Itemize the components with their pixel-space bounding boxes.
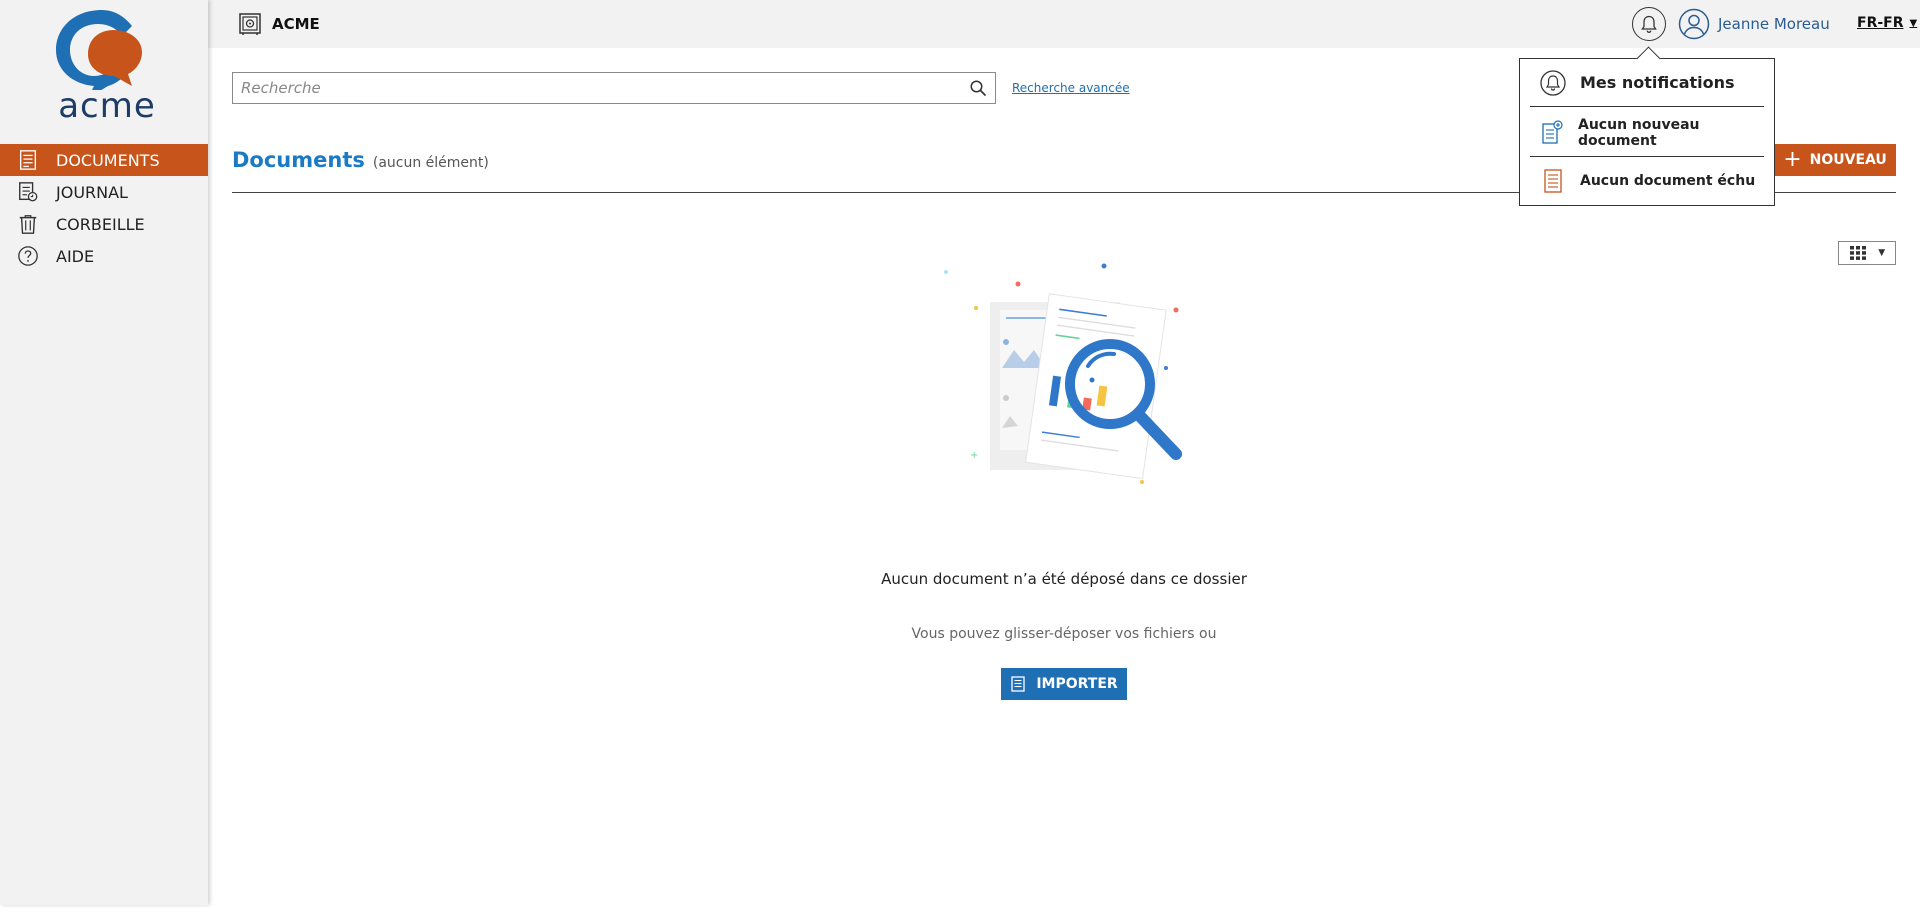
help-icon [16,244,40,268]
notifications-popover: Mes notifications Aucun nouveau document… [1519,58,1775,206]
sidebar-item-label: CORBEILLE [56,214,145,234]
notification-item-new-documents[interactable]: Aucun nouveau document [1530,109,1764,157]
document-icon [16,148,40,172]
notifications-header: Mes notifications [1530,59,1764,107]
item-count: (aucun élément) [372,155,489,171]
notifications-title: Mes notifications [1580,73,1735,92]
new-document-icon [1540,119,1564,146]
sidebar-item-trash[interactable]: CORBEILLE [0,208,208,240]
notification-label: Aucun nouveau document [1578,116,1700,149]
empty-state-message: Aucun document n’a été déposé dans ce do… [881,570,1247,588]
advanced-search-link[interactable]: Recherche avancée [1012,81,1130,95]
search-field[interactable] [232,72,996,104]
topbar: ACME Jeanne Moreau FR-FR ▼ [208,0,1920,48]
search-input[interactable] [233,73,995,103]
page-header: Documents (aucun élément) [232,148,489,172]
user-menu[interactable]: Jeanne Moreau [1678,8,1830,40]
safe-icon [239,13,261,35]
workspace-selector[interactable]: ACME [238,12,320,36]
notification-item-expired-documents[interactable]: Aucun document échu [1530,159,1764,203]
expired-document-icon [1540,168,1566,194]
trash-icon [16,212,40,236]
page-title: Documents [232,148,365,172]
journal-icon [16,180,40,204]
sidebar-item-label: AIDE [56,246,95,266]
sidebar: acme DOCUMENTS JOURNAL CORBEILLE AIDE [0,0,208,905]
new-button-label: NOUVEAU [1809,152,1887,168]
svg-text:+: + [970,450,978,461]
logo-wordmark: acme [58,86,156,126]
notification-label: Aucun document échu [1580,173,1756,189]
import-button-label: IMPORTER [1036,676,1118,692]
language-label: FR-FR [1857,15,1904,31]
drag-drop-hint: Vous pouvez glisser-déposer vos fichiers… [911,626,1217,642]
sidebar-item-help[interactable]: AIDE [0,240,208,272]
grid-view-icon [1849,246,1866,260]
sidebar-nav: DOCUMENTS JOURNAL CORBEILLE AIDE [0,144,208,272]
bell-icon [1641,15,1657,33]
user-name: Jeanne Moreau [1718,15,1830,33]
workspace-name: ACME [272,15,320,33]
sidebar-item-journal[interactable]: JOURNAL [0,176,208,208]
search-icon[interactable] [969,79,987,97]
chevron-down-icon: ▼ [1909,17,1918,29]
view-mode-selector[interactable]: ▼ [1838,241,1896,265]
notifications-button[interactable] [1632,7,1666,41]
chevron-down-icon: ▼ [1878,248,1886,258]
language-selector[interactable]: FR-FR ▼ [1857,15,1917,31]
acme-logo[interactable]: acme [52,6,162,126]
user-avatar-icon [1678,8,1710,40]
plus-icon: + [1783,147,1802,172]
sidebar-item-label: DOCUMENTS [56,150,160,170]
sidebar-item-documents[interactable]: DOCUMENTS [0,144,208,176]
empty-search-illustration: + [944,263,1182,484]
logo-speech-bubbles-icon [56,10,142,98]
new-button[interactable]: + NOUVEAU [1774,144,1896,176]
import-button[interactable]: IMPORTER [1001,668,1127,700]
document-icon [1011,676,1025,692]
bell-icon [1540,69,1566,96]
sidebar-item-label: JOURNAL [56,182,128,202]
